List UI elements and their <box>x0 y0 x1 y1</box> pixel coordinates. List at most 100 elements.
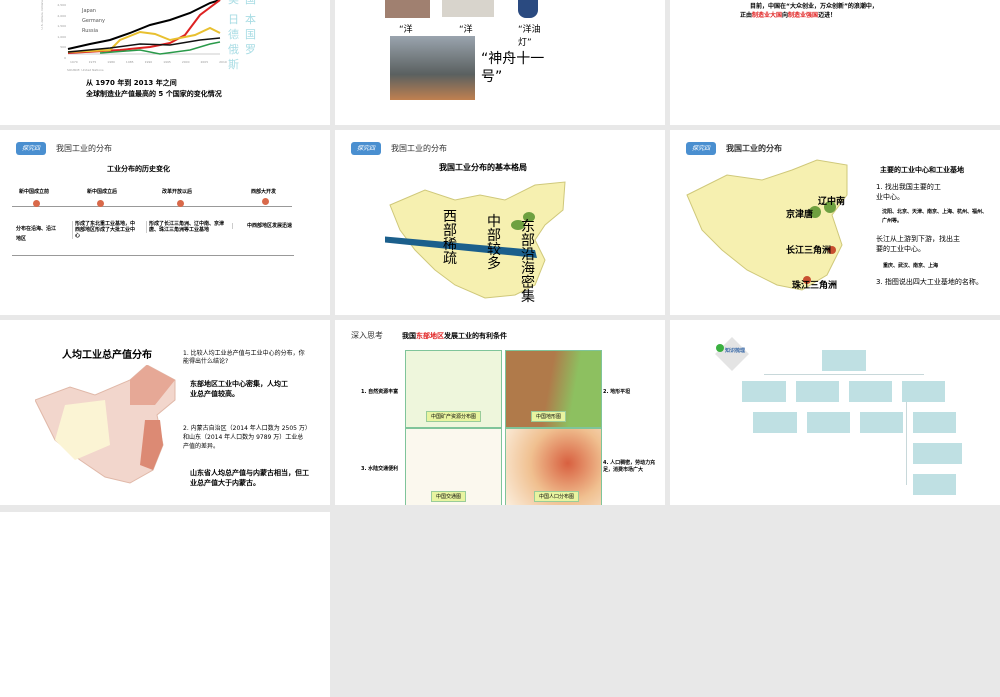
section-title: 我国工业的分布 <box>56 144 112 153</box>
timeline-dot <box>97 200 104 207</box>
title-highlight: 东部地区 <box>416 332 444 340</box>
period-desc: 形成了长江三角洲、辽中南、京津唐、珠江三角洲等工业基地 <box>146 221 226 233</box>
answer-2: 山东省人均总产值与内蒙古相当，但工业总产值大于内蒙古。 <box>190 469 309 487</box>
tree-leaf-box <box>753 412 797 433</box>
x-tick: 2005 <box>200 60 209 64</box>
puzzle-icon <box>716 344 724 352</box>
label-middle-more: 中部较多 <box>487 214 501 272</box>
answer-2: 重庆、武汉、南京、上海 <box>883 263 939 269</box>
photo-bicycle <box>442 0 494 17</box>
answer-1: 沈阳、北京、天津、南京、上海、杭州、福州、广州等。 <box>882 209 988 224</box>
period-desc: 分布在沿海、沿江地区 <box>16 226 57 242</box>
slide-heading: 深入思考 <box>351 331 383 340</box>
country-usa: 美国 <box>228 0 268 7</box>
text: 迈进！ <box>818 12 837 19</box>
x-tick: 1970 <box>70 60 78 64</box>
x-tick: 2010 <box>219 60 227 64</box>
photo-rocket-launch <box>390 36 475 100</box>
badge-diamond-icon <box>715 337 749 371</box>
x-tick: 1975 <box>88 60 97 64</box>
item-label: “洋 <box>459 25 473 35</box>
highlight-text: 制造业强国 <box>788 12 819 19</box>
item-label: “洋 <box>399 25 413 35</box>
country-japan: 日本 <box>228 13 262 26</box>
y-tick: 2,500 <box>57 3 66 7</box>
question-2: 长江从上游到下游，找出主要的工业中心。 <box>876 235 960 253</box>
terrain-map: 中国地形图 <box>505 350 602 428</box>
slide-10-thumbnail[interactable] <box>0 512 330 697</box>
tree-leaf-box <box>860 412 903 433</box>
slide3-line1: 目前，中国在“大众创业，万众创新”的浪潮中， <box>750 3 878 10</box>
period-label: 改革开放以后 <box>162 189 193 195</box>
condition-2: 2. 地形平坦 <box>603 389 631 395</box>
y-tick: 1,000 <box>57 34 66 39</box>
answer-1: 东部地区工业中心密集，人均工业总产值较高。 <box>190 380 288 398</box>
slide-5-thumbnail[interactable]: 探究四 我国工业的分布 我国工业分布的基本格局 西部稀疏 中部较多 东部沿海密集 <box>335 130 665 315</box>
transport-map: 中国交通图 <box>405 428 502 505</box>
y-tick: 500 <box>60 45 66 49</box>
caption-line-1: 从 1970 年到 2013 年之间 <box>86 79 177 87</box>
slide-2-thumbnail[interactable]: “洋 “洋 “洋油灯” “神舟十一号” <box>335 0 665 125</box>
tree-leaf-box <box>807 412 850 433</box>
tree-leaf-box <box>913 412 956 433</box>
slide-1-thumbnail[interactable]: Japan Germany Russia 1970 1975 1980 1985 199… <box>0 0 330 125</box>
slide-7-thumbnail[interactable]: 人均工业总产值分布 1. 比较人均工业总产值与工业中心的分布，你能得出什么结论?… <box>0 320 330 505</box>
period-label: 新中国成立前 <box>19 189 50 195</box>
country-russia: 俄罗斯 <box>228 43 262 71</box>
tree-root-box <box>822 350 866 371</box>
legend-russia: Russia <box>82 28 99 34</box>
photo-matches <box>385 0 430 18</box>
x-tick: 2000 <box>181 60 190 64</box>
timeline-line <box>12 255 294 256</box>
slide-9-thumbnail[interactable]: 知识梳理 <box>670 320 1000 505</box>
slide-title: 主要的工业中心和工业基地 <box>880 166 964 174</box>
tree-node-box <box>902 381 945 402</box>
section-title: 我国工业的分布 <box>726 144 782 153</box>
tree-leaf-box <box>913 474 956 495</box>
label-west-sparse: 西部稀疏 <box>443 209 457 267</box>
knowledge-badge: 知识梳理 <box>725 348 746 354</box>
slide-title: 我国工业分布的基本格局 <box>439 163 527 172</box>
y-axis-label: U.S. dollars, billions <box>40 0 44 30</box>
map-caption: 中国人口分布图 <box>534 491 580 502</box>
timeline-line <box>12 206 292 207</box>
highlight-text: 制造业大国 <box>752 12 783 19</box>
mineral-map: 中国矿产资源分布图 <box>405 350 502 428</box>
condition-4: 4. 人口稠密，劳动力充足，消费市场广大 <box>603 460 656 473</box>
y-tick: 2,000 <box>57 13 66 18</box>
section-tag: 探究四 <box>16 142 46 155</box>
timeline-dot <box>33 200 40 207</box>
tree-node-box <box>796 381 839 402</box>
title-text: 我国 <box>402 332 416 340</box>
rocket-caption: “神舟十一号” <box>481 51 545 85</box>
slide-3-thumbnail[interactable]: 目前，中国在“大众创业，万众创新”的浪潮中， 正由制造业大国向制造业强国迈进！ <box>670 0 1000 125</box>
country-germany: 德国 <box>228 28 262 41</box>
timeline-dot <box>177 200 184 207</box>
industrial-bases-map <box>686 159 848 291</box>
map-caption: 中国交通图 <box>431 491 467 502</box>
population-map: 中国人口分布图 <box>505 428 602 505</box>
question-1: 1. 找出我国主要的工业中心。 <box>876 183 941 201</box>
y-tick: 0 <box>64 55 66 60</box>
question-3: 3. 指图说出四大工业基地的名称。 <box>876 278 983 286</box>
question-2: 2. 内蒙古自治区（2014 年人口数为 2505 万）和山东（2014 年人口… <box>183 425 308 450</box>
tree-node-box <box>849 381 892 402</box>
slide-8-thumbnail[interactable]: 深入思考 我国东部地区发展工业的有利条件 中国矿产资源分布图 中国地形图 中国交… <box>335 320 665 505</box>
x-tick: 1990 <box>144 60 153 64</box>
tree-leaf-box <box>913 443 962 464</box>
x-tick: 1985 <box>125 60 134 64</box>
section-tag: 探究四 <box>351 142 381 155</box>
tree-node-box <box>742 381 786 402</box>
label-east-dense: 东部沿海密集 <box>521 219 535 305</box>
slide-6-thumbnail[interactable]: 探究四 我国工业的分布 辽中南 京津唐 长江三角洲 珠江三角洲 主要的工业中心和… <box>670 130 1000 315</box>
slide-4-thumbnail[interactable]: 探究四 我国工业的分布 工业分布的历史变化 新中国成立前 新中国成立后 改革开放… <box>0 130 330 315</box>
base-label: 长江三角洲 <box>786 246 832 256</box>
slide-title: 人均工业总产值分布 <box>62 350 152 361</box>
per-capita-output-map <box>35 365 176 484</box>
section-tag: 探究四 <box>686 142 716 155</box>
y-tick: 1,500 <box>57 24 66 28</box>
china-industry-map <box>385 181 566 299</box>
section-title: 我国工业的分布 <box>391 144 447 153</box>
period-label: 新中国成立后 <box>87 189 118 195</box>
base-label: 珠江三角洲 <box>792 281 838 291</box>
